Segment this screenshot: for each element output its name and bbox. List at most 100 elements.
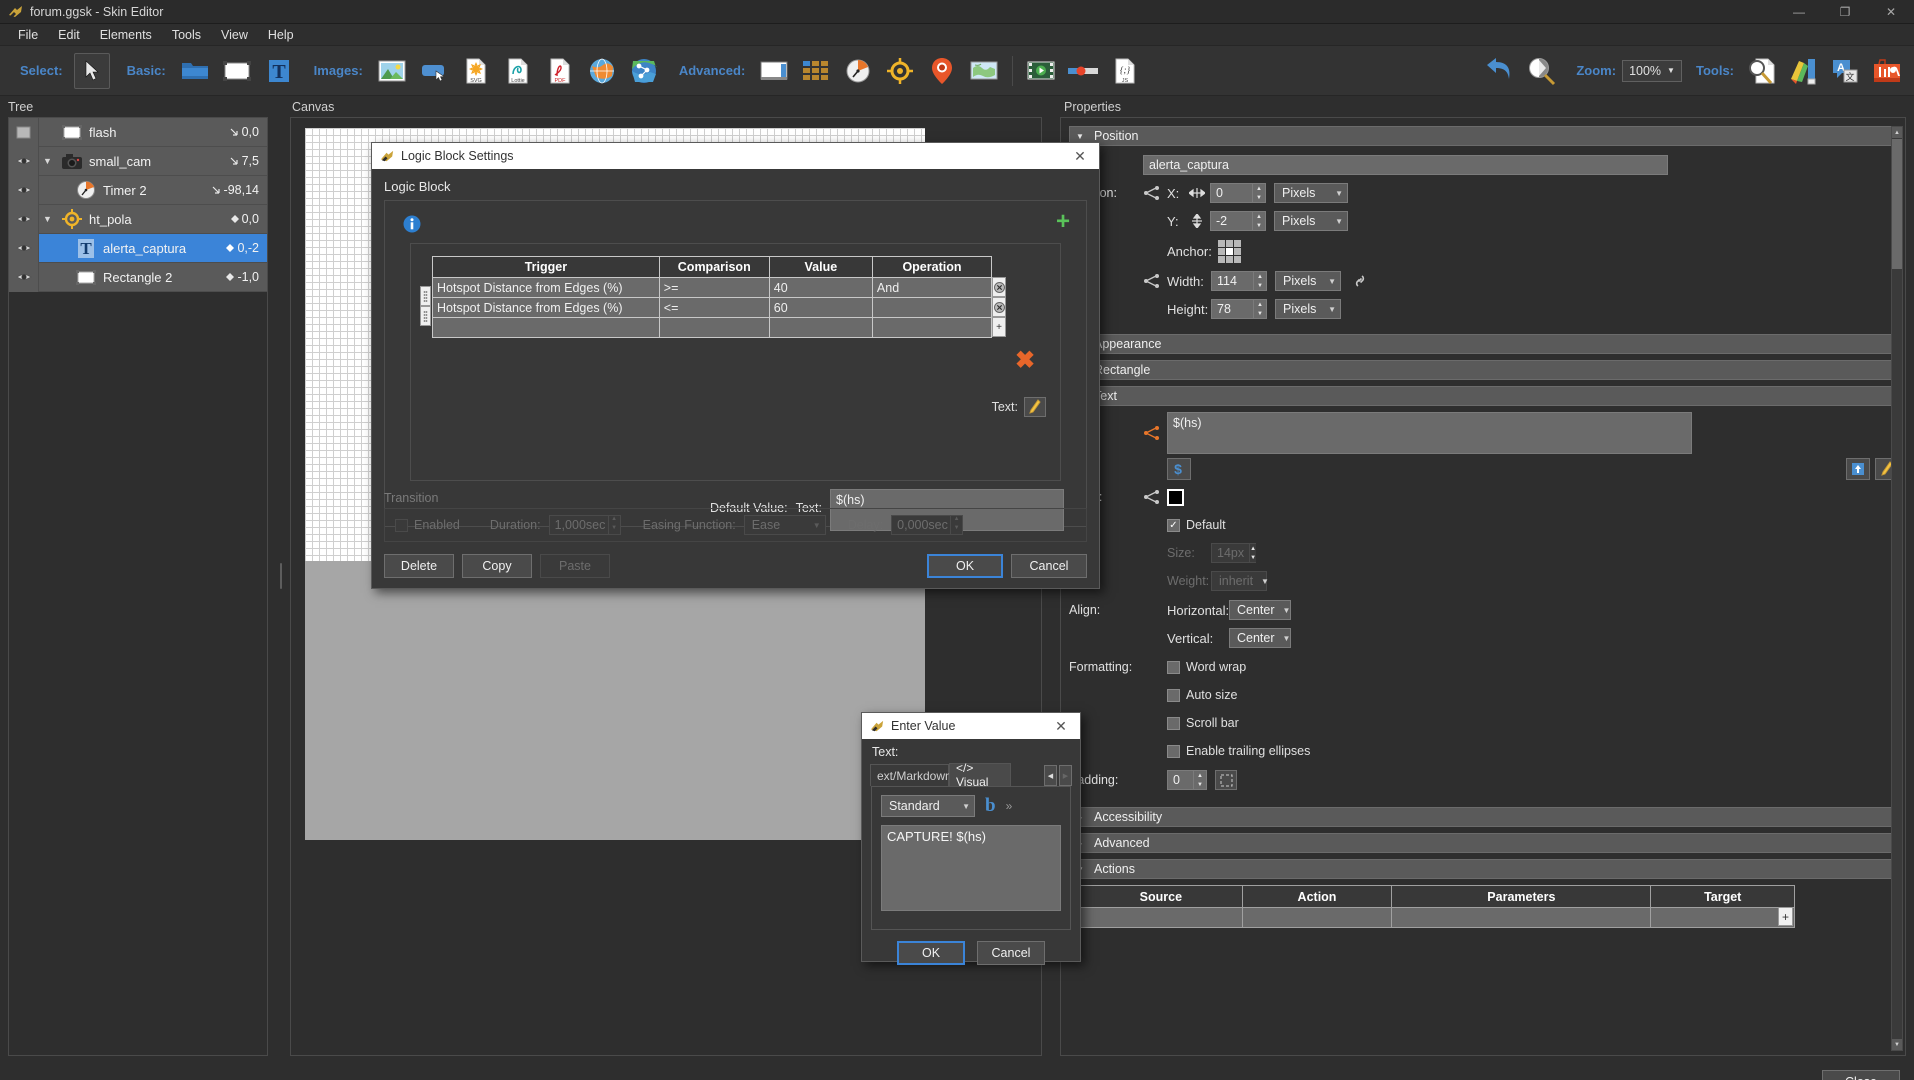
zoom-select[interactable]: 100% ▼ [1622, 59, 1682, 82]
cell-action[interactable] [1241, 907, 1393, 928]
enter-dialog-close-button[interactable]: ✕ [1048, 718, 1074, 735]
color-swatch[interactable] [1167, 488, 1184, 506]
cell-trigger[interactable] [432, 317, 660, 338]
menu-help[interactable]: Help [258, 26, 304, 44]
video-element[interactable] [1023, 53, 1059, 89]
cursor-select-tool[interactable] [73, 52, 110, 89]
grid-element[interactable] [798, 53, 834, 89]
section-advanced[interactable]: ▶ Advanced [1069, 833, 1899, 853]
section-rectangle[interactable]: ▶ Rectangle [1069, 360, 1899, 380]
copy-button[interactable]: Copy [462, 554, 532, 578]
worldmap-element[interactable] [966, 53, 1002, 89]
bold-b-icon[interactable]: b [985, 796, 996, 815]
y-unit-select[interactable]: Pixels ▼ [1274, 211, 1348, 231]
folder-element[interactable] [177, 53, 213, 89]
add-condition-button[interactable]: + [1056, 210, 1070, 234]
height-spinner[interactable]: 78 ▲ ▼ [1211, 299, 1267, 319]
table-row[interactable]: Hotspot Distance from Edges (%) >= 40 An… [432, 277, 993, 298]
scroll-bar-checkbox[interactable] [1167, 716, 1180, 730]
padding-spinner[interactable]: 0 ▲ ▼ [1167, 770, 1207, 790]
id-input[interactable]: alerta_captura [1143, 155, 1668, 175]
window-element[interactable] [756, 53, 792, 89]
cell-comparison[interactable] [658, 317, 770, 338]
menu-tools[interactable]: Tools [162, 26, 211, 44]
tab-prev-button[interactable]: ◀ [1044, 765, 1057, 786]
cell-comparison[interactable]: >= [658, 277, 770, 298]
trailing-ellipses-checkbox[interactable] [1167, 744, 1180, 758]
lottie-element[interactable]: Lottie [500, 53, 536, 89]
visibility-toggle[interactable] [9, 233, 39, 263]
visibility-toggle[interactable] [9, 262, 39, 292]
visibility-toggle[interactable] [9, 175, 39, 205]
minimize-button[interactable]: — [1776, 0, 1822, 24]
expander[interactable]: ▼ [43, 156, 55, 166]
tab-visual[interactable]: </> Visual [949, 761, 1011, 789]
binding-share-icon[interactable] [1143, 185, 1161, 201]
map-element[interactable] [626, 53, 662, 89]
inspect-tool[interactable] [1743, 53, 1779, 89]
section-text[interactable]: ▼ Text [1069, 386, 1899, 406]
height-unit-select[interactable]: Pixels ▼ [1275, 299, 1341, 319]
actions-table[interactable]: Source Action Parameters Target + [1079, 885, 1795, 928]
scroll-up-arrow[interactable]: ▲ [1892, 127, 1902, 138]
logic-dialog-close-button[interactable]: ✕ [1067, 148, 1093, 165]
menu-elements[interactable]: Elements [90, 26, 162, 44]
delete-row-button[interactable] [992, 297, 1006, 317]
slider-element[interactable] [1065, 53, 1101, 89]
hotspot-element[interactable] [924, 53, 960, 89]
section-appearance[interactable]: ▶ Appearance [1069, 334, 1899, 354]
logic-block-settings-dialog[interactable]: Logic Block Settings ✕ Logic Block + Tri… [371, 142, 1100, 589]
image-element[interactable] [374, 53, 410, 89]
text-import-button[interactable] [1846, 458, 1870, 480]
delete-row-button[interactable] [992, 277, 1006, 297]
tree-item-timer2[interactable]: Timer 2 -98,14 [9, 175, 267, 205]
visibility-toggle[interactable] [9, 146, 39, 176]
horizontal-align-select[interactable]: Center ▼ [1229, 600, 1291, 620]
tab-next-button[interactable]: ▶ [1059, 765, 1072, 786]
add-row-button[interactable]: + [992, 317, 1006, 337]
logic-ok-button[interactable]: OK [927, 554, 1003, 578]
style-select[interactable]: Standard ▼ [881, 795, 975, 817]
preview-button[interactable] [1523, 53, 1559, 89]
table-row[interactable]: + [1079, 907, 1795, 928]
cell-trigger[interactable]: Hotspot Distance from Edges (%) [432, 277, 660, 298]
maximize-button[interactable]: ❐ [1822, 0, 1868, 24]
binding-share-icon[interactable] [1143, 489, 1161, 505]
compass-element[interactable] [882, 53, 918, 89]
width-spinner[interactable]: 114 ▲ ▼ [1211, 271, 1267, 291]
delete-logic-block-button[interactable]: ✖ [1015, 346, 1035, 375]
x-unit-select[interactable]: Pixels ▼ [1274, 183, 1348, 203]
padding-sides-button[interactable] [1215, 770, 1237, 790]
svg-element[interactable]: SVG [458, 53, 494, 89]
cell-value[interactable]: 60 [768, 297, 873, 318]
close-window-button[interactable]: ✕ [1868, 0, 1914, 24]
cell-operation[interactable]: And [871, 277, 993, 298]
timer-element[interactable] [840, 53, 876, 89]
table-row[interactable]: Hotspot Distance from Edges (%) <= 60 [432, 297, 993, 318]
info-icon[interactable] [403, 215, 421, 233]
enter-ok-button[interactable]: OK [897, 941, 965, 965]
add-action-button[interactable]: + [1778, 907, 1793, 926]
tree-item-small_cam[interactable]: ▼ small_cam 7,5 [9, 146, 267, 176]
menu-view[interactable]: View [211, 26, 258, 44]
pdf-element[interactable]: PDF [542, 53, 578, 89]
binding-share-active-icon[interactable] [1143, 425, 1161, 441]
section-position[interactable]: ▼ Position [1069, 126, 1899, 146]
more-options-icon[interactable]: » [1006, 799, 1013, 813]
tree-list[interactable]: flash 0,0 ▼ small_cam 7,5 Timer 2 -98,14… [8, 117, 268, 1056]
cell-parameters[interactable] [1391, 907, 1652, 928]
cell-operation[interactable] [871, 317, 993, 338]
tree-item-alerta_captura[interactable]: T alerta_captura 0,-2 [9, 233, 267, 263]
variable-insert-button[interactable]: $ [1167, 458, 1191, 480]
text-element[interactable]: T [261, 53, 297, 89]
binding-share-icon[interactable] [1143, 273, 1161, 289]
visibility-toggle[interactable] [9, 204, 39, 234]
font-default-checkbox[interactable]: ✓ [1167, 518, 1180, 532]
word-wrap-checkbox[interactable] [1167, 660, 1180, 674]
toolbox-tool[interactable] [1869, 53, 1905, 89]
tree-item-ht_pola[interactable]: ▼ ht_pola 0,0 [9, 204, 267, 234]
globe-element[interactable] [584, 53, 620, 89]
scroll-thumb[interactable] [1892, 139, 1902, 269]
tree-item-rectangle2[interactable]: Rectangle 2 -1,0 [9, 262, 267, 292]
translate-tool[interactable]: A 文 [1827, 53, 1863, 89]
